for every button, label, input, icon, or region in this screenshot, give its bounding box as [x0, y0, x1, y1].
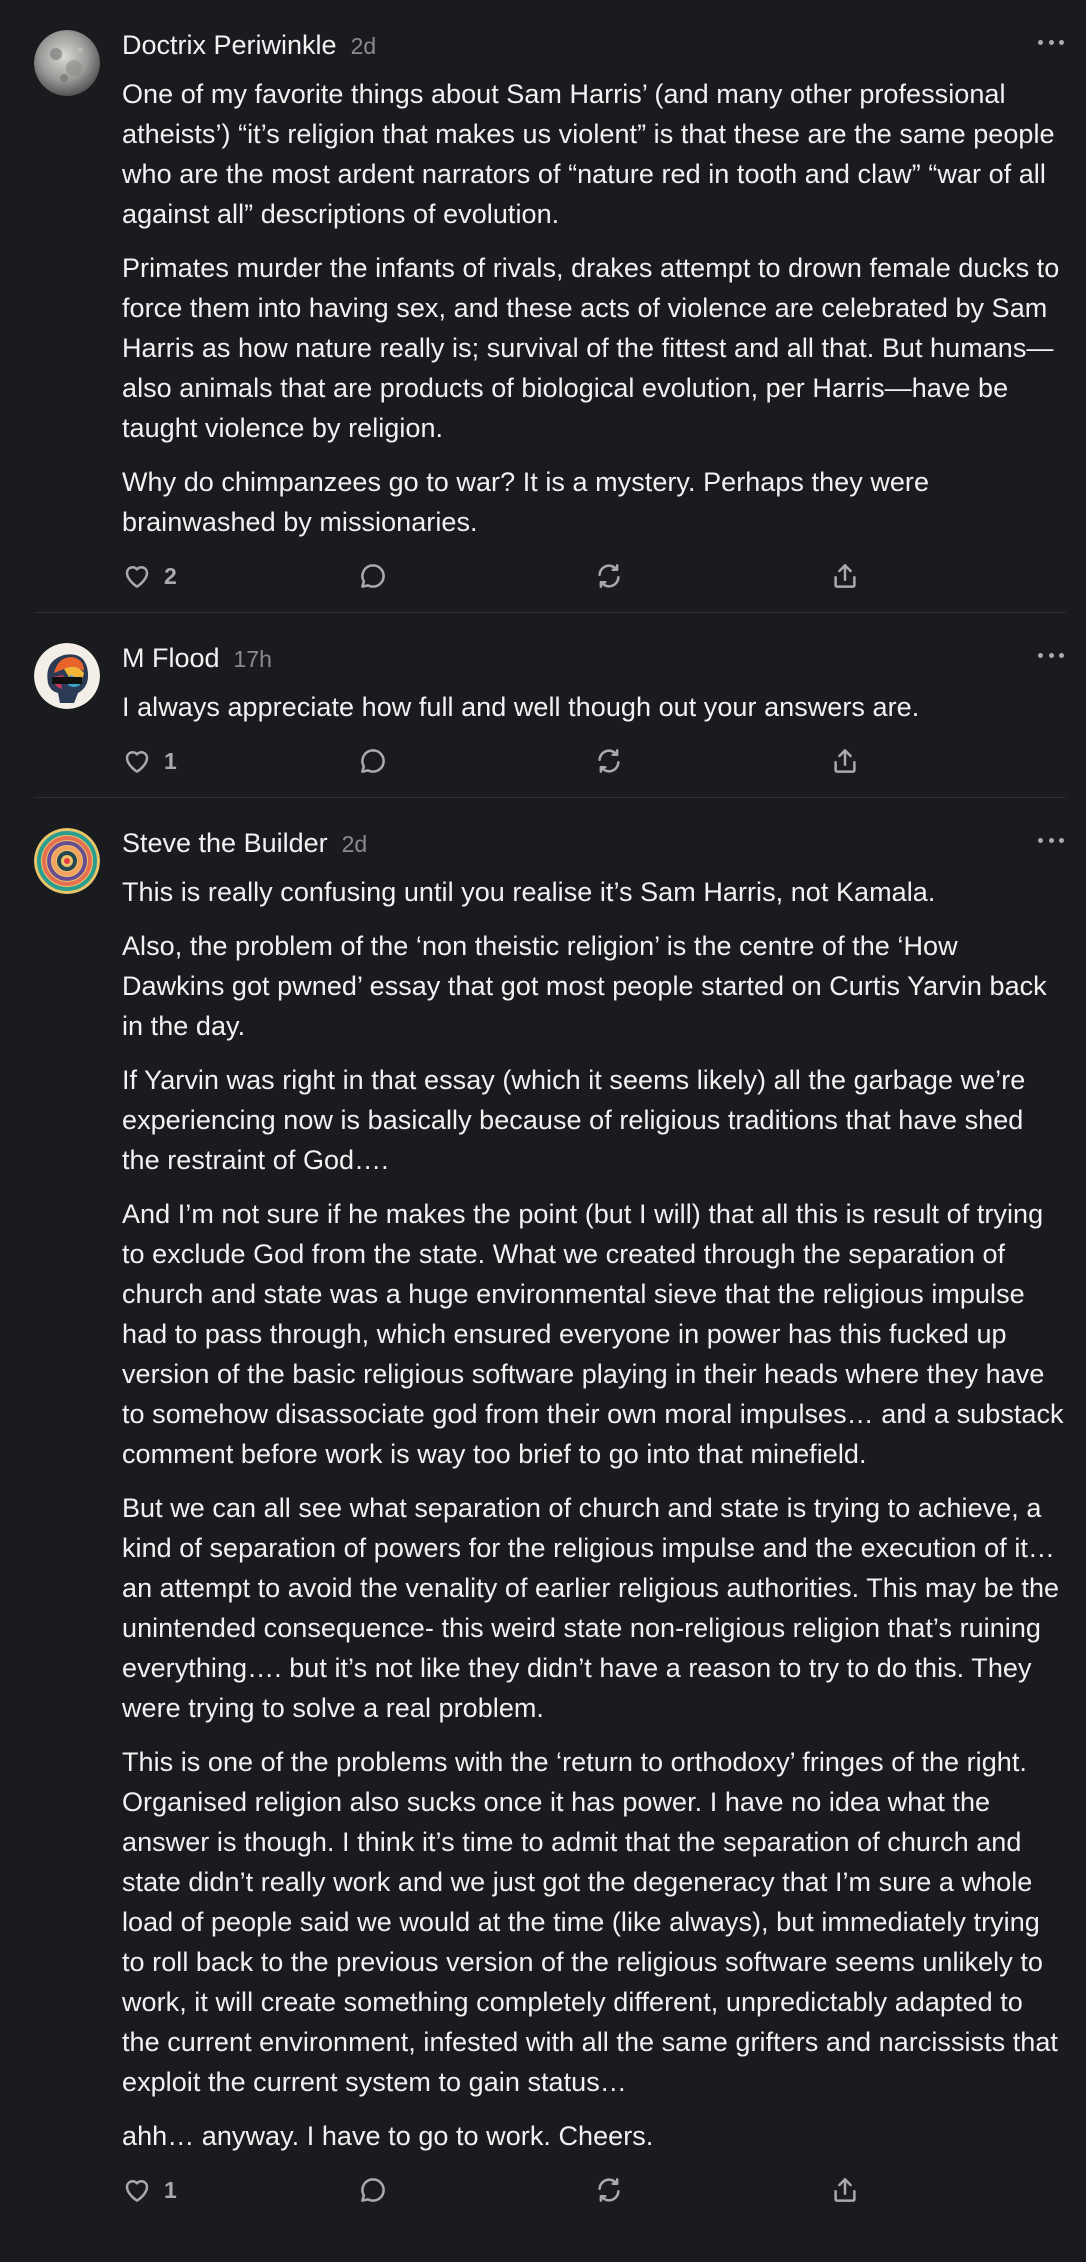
- share-button[interactable]: [830, 741, 860, 781]
- comment-paragraph: But we can all see what separation of ch…: [122, 1493, 1060, 1723]
- comment-paragraph: Also, the problem of the ‘non theistic r…: [122, 931, 1047, 1041]
- reply-button[interactable]: [358, 556, 388, 596]
- more-options-icon[interactable]: [1038, 649, 1064, 661]
- author-name[interactable]: Doctrix Periwinkle: [122, 30, 337, 61]
- comment-paragraph: Primates murder the infants of rivals, d…: [122, 253, 1060, 443]
- restack-button[interactable]: [594, 556, 624, 596]
- more-options-icon[interactable]: [1038, 36, 1064, 48]
- comment-body: This is really confusing until you reali…: [122, 872, 1066, 2156]
- share-icon: [834, 564, 856, 588]
- avatar[interactable]: [34, 30, 100, 96]
- comment-actions: 1: [122, 2170, 1066, 2226]
- comment-actions: 1: [122, 741, 1066, 797]
- comment-paragraph: Why do chimpanzees go to war? It is a my…: [122, 467, 930, 537]
- comment-paragraph: This is really confusing until you reali…: [122, 877, 936, 907]
- colorful-head-avatar-icon: [34, 643, 100, 709]
- share-icon: [834, 749, 856, 773]
- comment-bubble-icon: [361, 564, 385, 588]
- comment-paragraph: I always appreciate how full and well th…: [122, 692, 920, 722]
- comment-paragraph: This is one of the problems with the ‘re…: [122, 1747, 1058, 2097]
- timestamp[interactable]: 2d: [351, 33, 377, 60]
- restack-icon: [598, 749, 620, 773]
- more-options-icon[interactable]: [1038, 834, 1064, 846]
- restack-button[interactable]: [594, 741, 624, 781]
- comment-bubble-icon: [361, 2178, 385, 2202]
- avatar[interactable]: [34, 643, 100, 709]
- comment-paragraph: If Yarvin was right in that essay (which…: [122, 1065, 1026, 1175]
- moon-avatar-icon: [34, 30, 100, 96]
- timestamp[interactable]: 2d: [342, 831, 368, 858]
- heart-icon: [125, 566, 149, 588]
- author-name[interactable]: Steve the Builder: [122, 828, 328, 859]
- like-button[interactable]: 1: [122, 741, 177, 781]
- like-count: 2: [164, 562, 177, 589]
- like-button[interactable]: 1: [122, 2170, 177, 2210]
- comment: Doctrix Periwinkle 2d One of my favorite…: [0, 0, 1086, 612]
- comment-paragraph: ahh… anyway. I have to go to work. Cheer…: [122, 2121, 654, 2151]
- author-name[interactable]: M Flood: [122, 643, 220, 674]
- comment-actions: 2: [122, 556, 1066, 612]
- comment-body: One of my favorite things about Sam Harr…: [122, 74, 1066, 542]
- comment-body: I always appreciate how full and well th…: [122, 687, 1066, 727]
- comment: M Flood 17h I always appreciate how full…: [0, 613, 1086, 797]
- heart-icon: [125, 2180, 149, 2202]
- share-button[interactable]: [830, 556, 860, 596]
- mandala-avatar-icon: [34, 828, 100, 894]
- avatar[interactable]: [34, 828, 100, 894]
- share-button[interactable]: [830, 2170, 860, 2210]
- heart-icon: [125, 751, 149, 773]
- comment-paragraph: One of my favorite things about Sam Harr…: [122, 79, 1055, 229]
- comment-paragraph: And I’m not sure if he makes the point (…: [122, 1199, 1064, 1469]
- share-icon: [834, 2178, 856, 2202]
- like-count: 1: [164, 2176, 177, 2203]
- restack-icon: [598, 2178, 620, 2202]
- restack-button[interactable]: [594, 2170, 624, 2210]
- restack-icon: [598, 564, 620, 588]
- reply-button[interactable]: [358, 741, 388, 781]
- timestamp[interactable]: 17h: [234, 646, 272, 673]
- like-button[interactable]: 2: [122, 556, 177, 596]
- comment-bubble-icon: [361, 749, 385, 773]
- comment: Steve the Builder 2d This is really conf…: [0, 798, 1086, 2226]
- reply-button[interactable]: [358, 2170, 388, 2210]
- like-count: 1: [164, 747, 177, 774]
